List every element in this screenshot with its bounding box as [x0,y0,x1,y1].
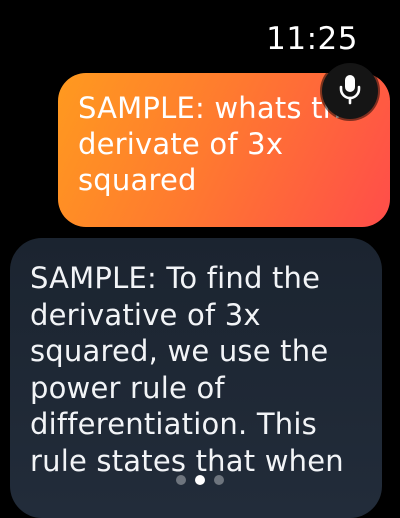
microphone-icon [337,73,363,109]
assistant-message-text: SAMPLE: To find the derivative of 3x squ… [30,261,344,478]
status-time: 11:25 [266,21,358,57]
page-dot-1 [176,475,186,485]
page-dot-3 [214,475,224,485]
page-dot-2 [195,475,205,485]
page-indicator [0,475,400,485]
mic-button[interactable] [322,63,378,119]
